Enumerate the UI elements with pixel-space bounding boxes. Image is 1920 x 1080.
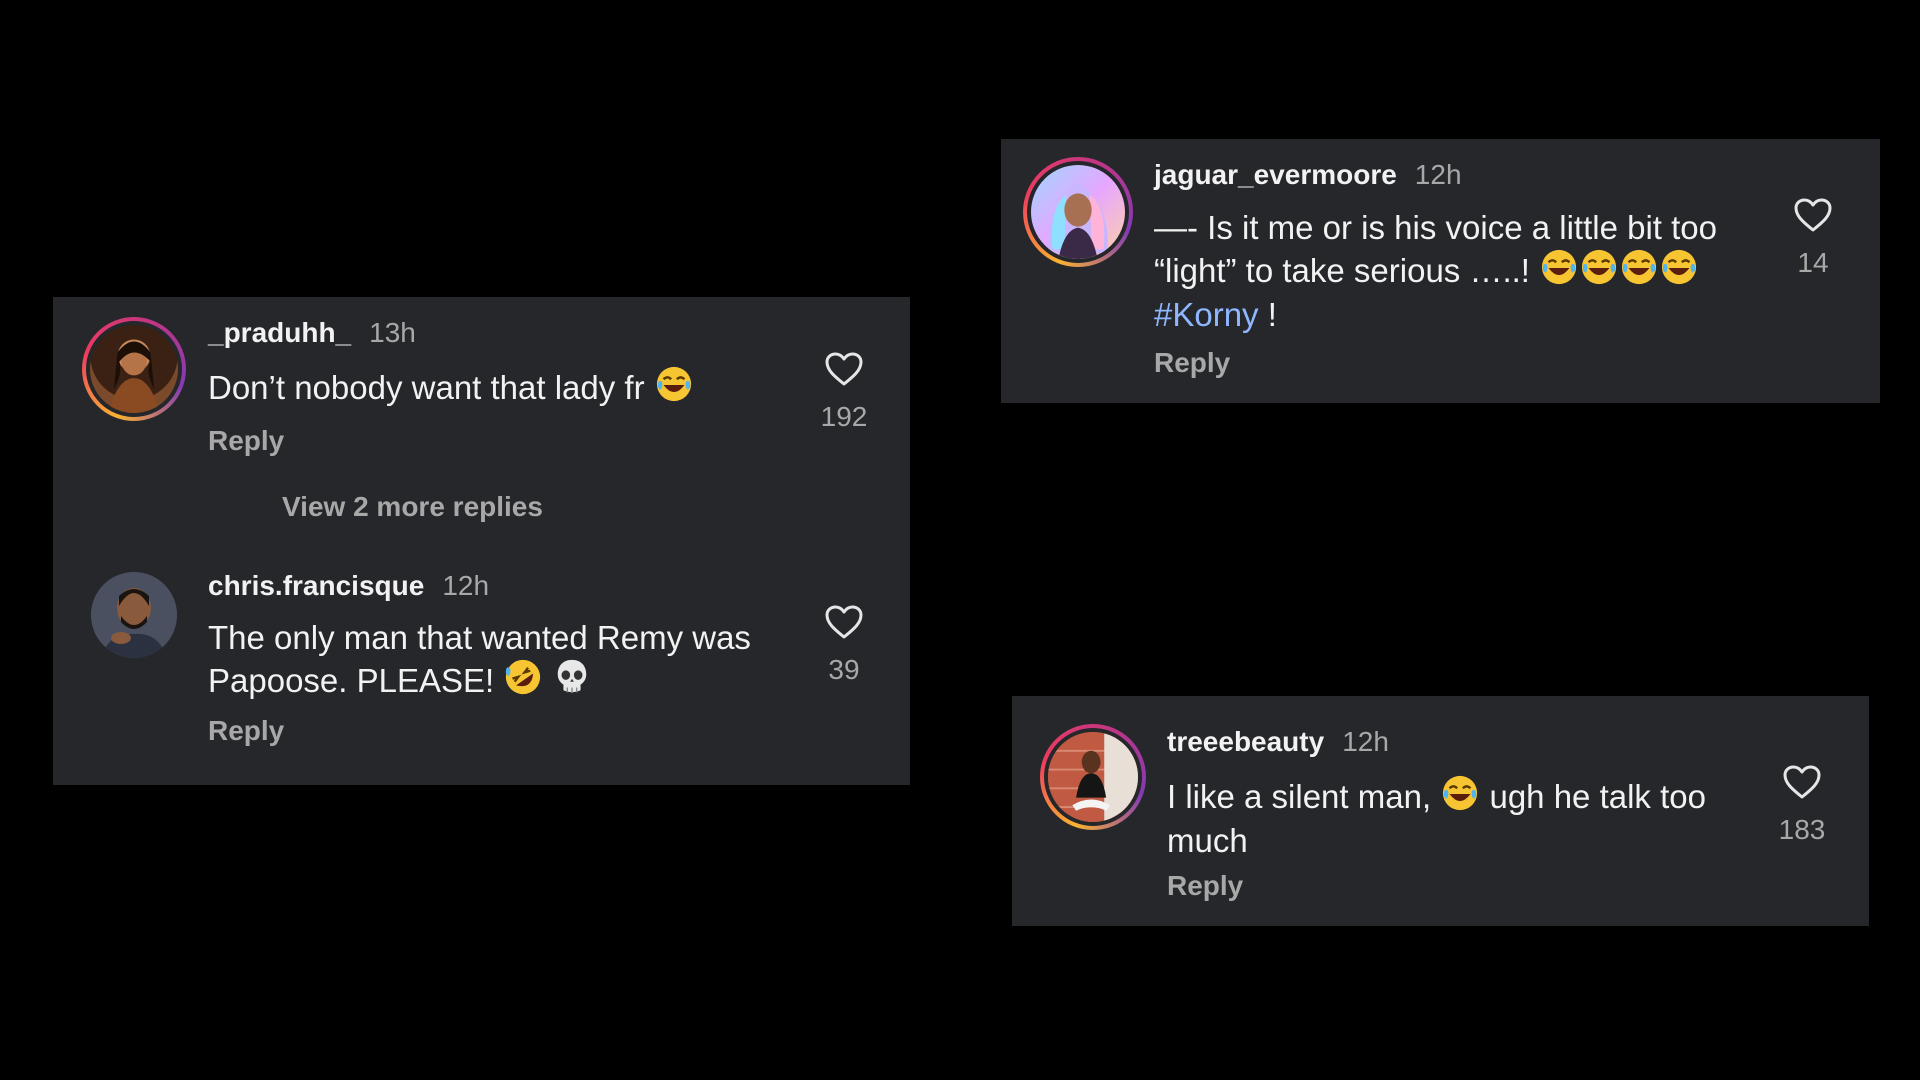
comment-card-top-right: jaguar_evermoore 12h —- Is it me or is h… [1001,139,1880,403]
rolling-on-the-floor-laughing-emoji [504,658,542,705]
timestamp: 12h [1342,726,1389,757]
heart-outline-icon[interactable] [824,604,864,640]
comment-text: —- Is it me or is his voice a little bit… [1154,209,1718,333]
comment-card-bottom-right: treeebeauty 12h I like a silent man, ugh… [1012,696,1869,926]
reply-button[interactable]: Reply [208,425,284,457]
like-count: 14 [1797,247,1829,278]
timestamp: 13h [369,317,416,348]
like-button[interactable]: 192 [804,351,884,433]
avatar[interactable] [82,317,186,421]
reply-button[interactable]: Reply [1167,870,1243,902]
username[interactable]: jaguar_evermoore [1154,159,1397,191]
like-button[interactable]: 39 [804,604,884,686]
comment-text: Don’t nobody want that lady fr [208,365,828,412]
comment-card-left: _praduhh_ 13h Don’t nobody want that lad… [53,297,910,785]
comment-item: jaguar_evermoore 12h —- Is it me or is h… [1001,139,1880,403]
like-count: 192 [820,401,868,432]
like-button[interactable]: 183 [1762,764,1842,846]
face-with-tears-of-joy-emoji [1660,248,1698,295]
face-with-tears-of-joy-emoji [655,365,693,412]
heart-outline-icon[interactable] [1793,197,1833,233]
comment-item: treeebeauty 12h I like a silent man, ugh… [1012,696,1869,926]
heart-outline-icon[interactable] [824,351,864,387]
comment-item: chris.francisque 12h The only man that w… [53,550,910,785]
comment-header: _praduhh_ 13h [208,317,416,349]
like-count: 183 [1778,814,1826,845]
skull-emoji [554,658,590,705]
view-more-replies-button[interactable]: View 2 more replies [282,491,543,523]
username[interactable]: treeebeauty [1167,726,1324,758]
face-with-tears-of-joy-emoji [1441,774,1479,821]
username[interactable]: chris.francisque [208,570,424,602]
like-count: 39 [828,654,860,685]
heart-outline-icon[interactable] [1782,764,1822,800]
reply-button[interactable]: Reply [208,715,284,747]
face-with-tears-of-joy-emoji [1620,248,1658,295]
emoji-group [1539,249,1699,289]
comment-header: jaguar_evermoore 12h [1154,159,1462,191]
hashtag-link[interactable]: #Korny [1154,296,1259,333]
face-with-tears-of-joy-emoji [1540,248,1578,295]
face-with-tears-of-joy-emoji [1580,248,1618,295]
timestamp: 12h [442,570,490,601]
like-button[interactable]: 14 [1773,197,1853,279]
comment-text: I like a silent man, ugh he talk too muc… [1167,774,1787,861]
comment-header: chris.francisque 12h [208,570,489,602]
timestamp: 12h [1414,159,1462,190]
reply-button[interactable]: Reply [1154,347,1230,379]
comment-header: treeebeauty 12h [1167,726,1389,758]
username[interactable]: _praduhh_ [208,317,351,349]
avatar[interactable] [91,572,177,658]
avatar[interactable] [1023,157,1133,267]
avatar[interactable] [1040,724,1146,830]
comment-text: The only man that wanted Remy was Papoos… [208,618,828,705]
